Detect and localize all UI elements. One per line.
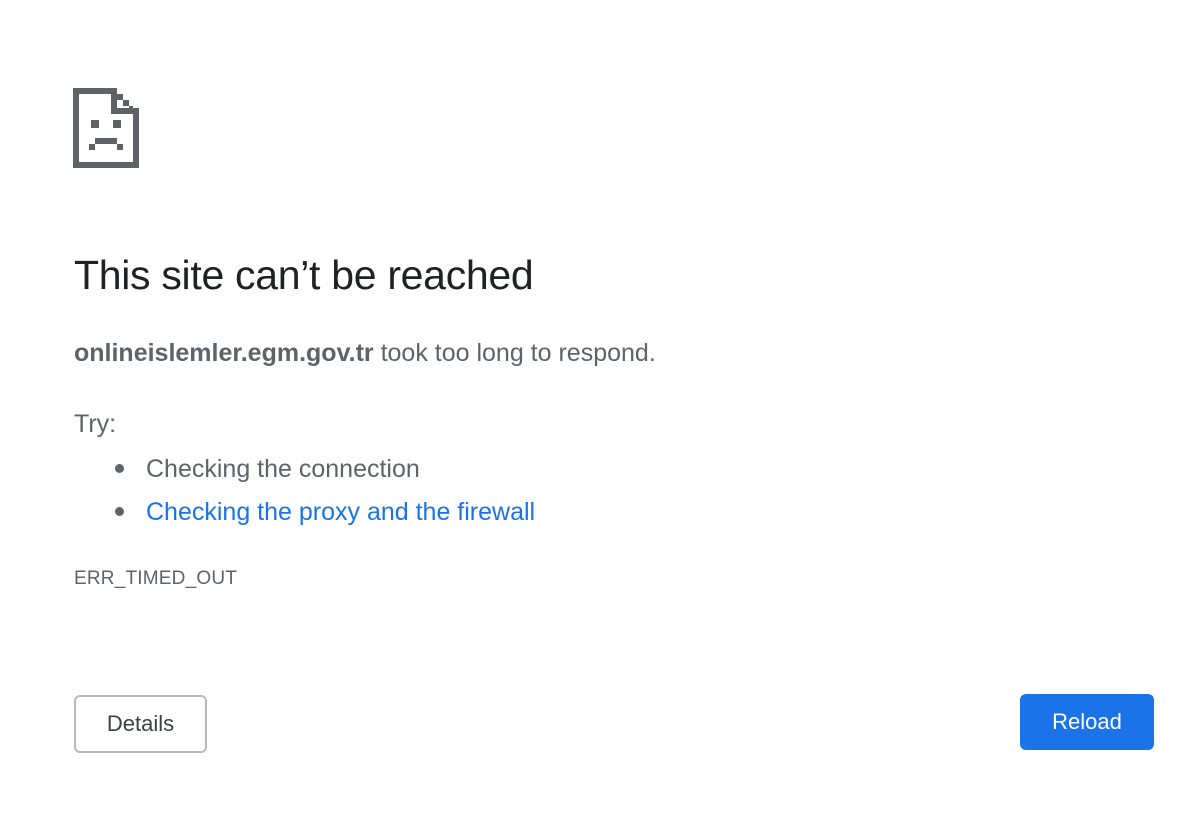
- error-code: ERR_TIMED_OUT: [74, 568, 238, 589]
- list-item: Checking the connection: [74, 452, 535, 495]
- list-item: Checking the proxy and the firewall: [74, 495, 535, 538]
- error-summary: onlineislemler.egm.gov.tr took too long …: [74, 339, 656, 368]
- try-label: Try:: [74, 410, 117, 438]
- bullet-icon: [115, 507, 124, 516]
- host-name: onlineislemler.egm.gov.tr: [74, 339, 374, 367]
- reload-button[interactable]: Reload: [1020, 694, 1154, 750]
- bullet-icon: [115, 464, 124, 473]
- suggestion-check-connection: Checking the connection: [146, 455, 420, 483]
- error-message: took too long to respond.: [373, 339, 656, 367]
- sad-document-icon: [73, 88, 139, 168]
- page-title: This site can’t be reached: [74, 252, 534, 298]
- suggestion-proxy-firewall-link[interactable]: Checking the proxy and the firewall: [146, 498, 535, 526]
- suggestions-list: Checking the connection Checking the pro…: [74, 452, 535, 538]
- details-button[interactable]: Details: [74, 695, 207, 753]
